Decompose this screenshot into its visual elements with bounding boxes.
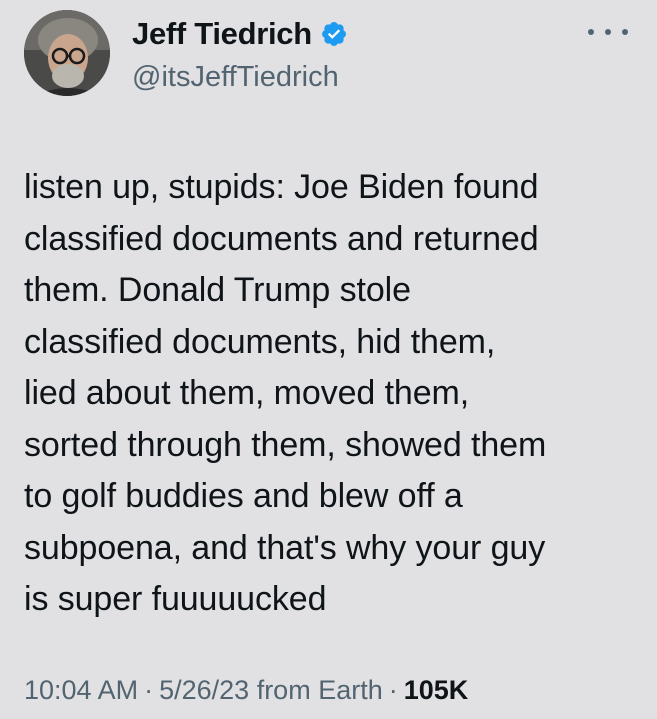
author-display-name[interactable]: Jeff Tiedrich: [132, 16, 312, 52]
tweet-time[interactable]: 10:04 AM: [24, 675, 138, 705]
tweet-meta: 10:04 AM · 5/26/23 from Earth · 105K: [24, 672, 468, 708]
meta-separator: ·: [388, 675, 398, 705]
verified-badge-icon: [320, 20, 348, 48]
tweet-text: listen up, stupids: Joe Biden found clas…: [24, 168, 547, 618]
author-handle[interactable]: @itsJeffTiedrich: [132, 60, 339, 94]
tweet-card: Jeff Tiedrich @itsJeffTiedrich listen up…: [0, 0, 657, 719]
view-count: 105K: [403, 675, 469, 705]
profile-photo-icon: [24, 10, 110, 96]
tweet-source: from Earth: [256, 675, 383, 705]
more-options-button[interactable]: [588, 20, 628, 44]
author-avatar[interactable]: [24, 10, 110, 96]
meta-separator: ·: [144, 675, 154, 705]
more-horizontal-icon: [622, 29, 628, 35]
tweet-date[interactable]: 5/26/23: [159, 675, 249, 705]
more-horizontal-icon: [588, 29, 594, 35]
more-horizontal-icon: [605, 29, 611, 35]
author-name-row: Jeff Tiedrich: [132, 16, 348, 52]
